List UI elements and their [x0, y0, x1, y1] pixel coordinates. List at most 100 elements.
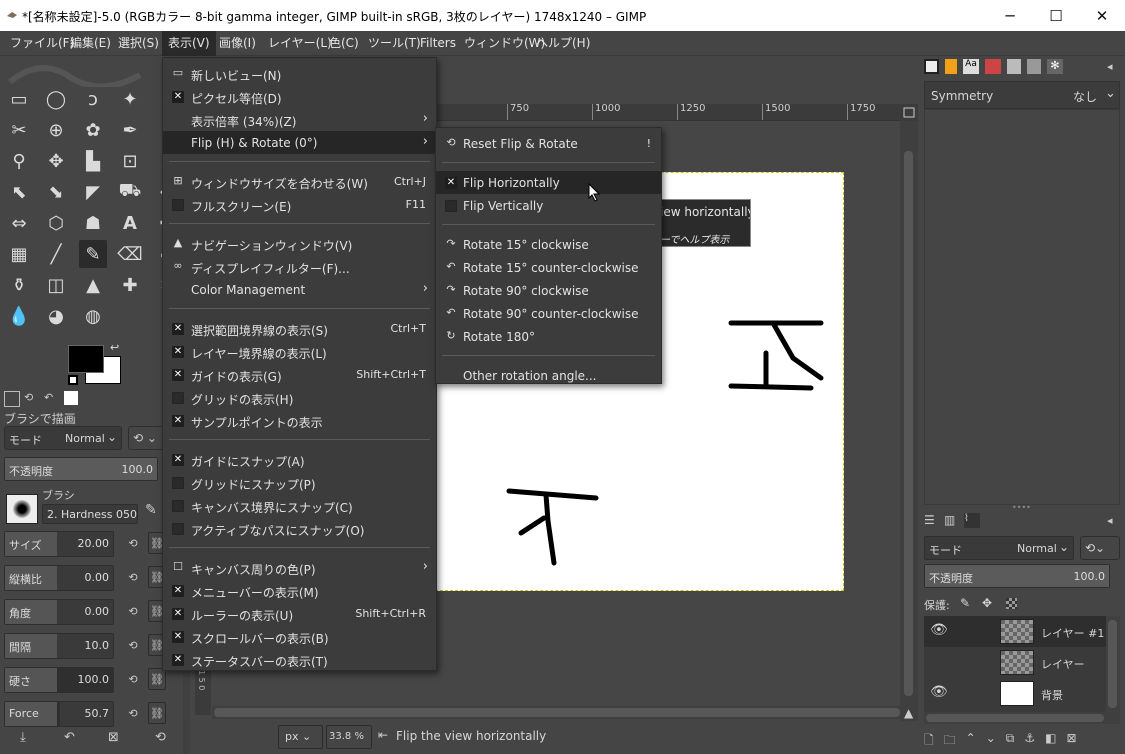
palette-tab-icon[interactable]: [985, 59, 1001, 74]
layer-mode-reset-button[interactable]: ⟲⌄: [1080, 536, 1120, 560]
zoom-fit-icon[interactable]: ▲: [904, 706, 913, 720]
crop-icon[interactable]: ⊡: [116, 147, 144, 175]
force-slider-reset-icon[interactable]: ⟲: [124, 702, 142, 724]
dock-resize-handle[interactable]: ••••: [1012, 503, 1032, 512]
eraser-icon[interactable]: ⌫: [116, 240, 144, 268]
vertical-ruler[interactable]: 1 5 0: [195, 665, 211, 715]
menu-item-flip_menu-0[interactable]: ⟲ Reset Flip & Rotate!: [436, 132, 661, 155]
dodge-icon[interactable]: ◍: [79, 302, 107, 330]
menu-item-view_menu-19[interactable]: グリッドにスナップ(P): [163, 471, 436, 494]
lock-alpha-icon[interactable]: [1006, 598, 1017, 609]
layer-opacity-slider[interactable]: 不透明度 100.0: [924, 564, 1110, 588]
mypaint-icon[interactable]: ◫: [42, 271, 70, 299]
close-button[interactable]: ✕: [1079, 0, 1125, 31]
horizontal-ruler[interactable]: 750 1000 1250 1500 1750: [435, 104, 900, 121]
menu-6[interactable]: 色(C): [323, 31, 365, 56]
checkbox-unchecked-icon[interactable]: [172, 477, 184, 489]
force-slider-link-icon[interactable]: ⛓: [148, 702, 166, 724]
menu-item-flip_menu-5[interactable]: ↷ Rotate 15° clockwise: [436, 233, 661, 256]
menu-item-view_menu-12[interactable]: ✕ 選択範囲境界線の表示(S) Ctrl+T: [163, 317, 436, 340]
spacing-slider-reset-icon[interactable]: ⟲: [124, 634, 142, 656]
brush-preview[interactable]: [6, 494, 38, 524]
checkbox-unchecked-icon[interactable]: [172, 199, 184, 211]
align-icon[interactable]: ▙: [79, 147, 107, 175]
brush-name-field[interactable]: 2. Hardness 050: [42, 504, 138, 524]
ellipse-select-icon[interactable]: ◯: [42, 85, 70, 113]
menu-item-flip_menu-8[interactable]: ↶ Rotate 90° counter-clockwise: [436, 302, 661, 325]
menu-item-flip_menu-6[interactable]: ↶ Rotate 15° counter-clockwise: [436, 256, 661, 279]
menu-item-view_menu-20[interactable]: キャンバス境界にスナップ(C): [163, 494, 436, 517]
checkbox-checked-icon[interactable]: ✕: [172, 608, 184, 620]
gradient-icon[interactable]: ▦: [5, 240, 33, 268]
checkbox-checked-icon[interactable]: ✕: [172, 323, 184, 335]
lock-position-icon[interactable]: ✥: [982, 596, 992, 610]
menu-item-view_menu-16[interactable]: ✕ サンプルポイントの表示: [163, 409, 436, 432]
angle-slider-reset-icon[interactable]: ⟲: [124, 600, 142, 622]
menu-3[interactable]: 表示(V): [162, 31, 216, 56]
menu-item-view_menu-5[interactable]: ⊞ ウィンドウサイズを合わせる(W) Ctrl+J: [163, 170, 436, 193]
images-tab-icon[interactable]: [64, 391, 78, 405]
duplicate-layer-icon[interactable]: ⧉: [1006, 731, 1015, 753]
menu-item-view_menu-13[interactable]: ✕ レイヤー境界線の表示(L): [163, 340, 436, 363]
layer-row[interactable]: 👁 背景: [924, 678, 1108, 709]
checkbox-unchecked-icon[interactable]: [445, 200, 457, 212]
menu-item-view_menu-15[interactable]: グリッドの表示(H): [163, 386, 436, 409]
menu-item-flip_menu-11[interactable]: Other rotation angle...: [436, 364, 661, 387]
fuzzy-select-icon[interactable]: ✦: [116, 85, 144, 113]
blur-icon[interactable]: 💧: [5, 302, 33, 330]
cage-icon[interactable]: ⬡: [42, 209, 70, 237]
layer-row[interactable]: 👁 レイヤー #1: [924, 616, 1108, 647]
clone-icon[interactable]: ▲: [79, 271, 107, 299]
layers-dock-menu-icon[interactable]: ◂: [1107, 514, 1113, 527]
tool-options-tab-icon[interactable]: [4, 391, 20, 407]
restore-options-icon[interactable]: ↶: [64, 730, 75, 745]
force-slider[interactable]: Force 50.7: [4, 701, 114, 727]
menu-10[interactable]: ヘルプ(H): [530, 31, 596, 56]
spacing-slider[interactable]: 間隔 10.0: [4, 633, 114, 659]
menu-item-view_menu-25[interactable]: ✕ ルーラーの表示(U) Shift+Ctrl+R: [163, 602, 436, 625]
delete-options-icon[interactable]: ⊠: [108, 730, 119, 745]
aspect-slider-reset-icon[interactable]: ⟲: [124, 566, 142, 588]
menu-item-view_menu-26[interactable]: ✕ スクロールバーの表示(B): [163, 625, 436, 648]
bucket-icon[interactable]: ☗: [79, 209, 107, 237]
menu-item-view_menu-14[interactable]: ✕ ガイドの表示(G) Shift+Ctrl+T: [163, 363, 436, 386]
opacity-slider[interactable]: 不透明度 100.0: [4, 457, 158, 481]
menu-item-view_menu-10[interactable]: Color Management ›: [163, 278, 436, 301]
color-picker-icon[interactable]: ✒: [116, 116, 144, 144]
checkbox-checked-icon[interactable]: ✕: [172, 654, 184, 666]
default-colors-icon[interactable]: [68, 375, 78, 385]
hardness-slider-reset-icon[interactable]: ⟲: [124, 668, 142, 690]
layer-h-scrollbar[interactable]: [924, 712, 1120, 724]
minimize-button[interactable]: ─: [987, 0, 1033, 31]
menu-item-view_menu-24[interactable]: ✕ メニューバーの表示(M): [163, 579, 436, 602]
checkbox-checked-icon[interactable]: ✕: [172, 346, 184, 358]
menu-item-flip_menu-9[interactable]: ↻ Rotate 180°: [436, 325, 661, 348]
font-tab-icon[interactable]: Aa: [963, 59, 979, 74]
edit-brush-icon[interactable]: ✎: [145, 502, 157, 518]
dock-menu-icon[interactable]: ◂: [1107, 60, 1113, 73]
checkbox-unchecked-icon[interactable]: [172, 392, 184, 404]
raise-layer-icon[interactable]: ⌃: [966, 731, 976, 753]
shear-icon[interactable]: ◤: [79, 178, 107, 206]
menu-item-flip_menu-7[interactable]: ↷ Rotate 90° clockwise: [436, 279, 661, 302]
lock-pixels-icon[interactable]: ✎: [960, 596, 970, 610]
layers-tab-icon[interactable]: ☰: [924, 513, 940, 528]
menu-item-view_menu-0[interactable]: ▭ 新しいビュー(N): [163, 62, 436, 85]
channels-tab-icon[interactable]: ▥: [944, 513, 960, 528]
zoom-icon[interactable]: ⚲: [5, 147, 33, 175]
layer-list-scrollbar[interactable]: [1106, 616, 1120, 712]
menu-1[interactable]: 編集(E): [64, 31, 117, 56]
menu-item-flip_menu-3[interactable]: Flip Vertically: [436, 194, 661, 217]
pattern-tab-icon[interactable]: [924, 59, 939, 74]
swap-colors-icon[interactable]: ↩: [110, 341, 119, 354]
eye-visibility-icon[interactable]: 👁: [930, 684, 948, 700]
lasso-icon[interactable]: ↄ: [79, 85, 107, 113]
smudge-icon[interactable]: ◕: [42, 302, 70, 330]
new-group-icon[interactable]: 🗀: [944, 731, 956, 753]
angle-slider[interactable]: 角度 0.00: [4, 599, 114, 625]
symmetry-row[interactable]: Symmetry なし ⌄: [924, 81, 1120, 109]
menu-item-view_menu-23[interactable]: ☐ キャンバス周りの色(P) ›: [163, 556, 436, 579]
symmetry-tab-icon[interactable]: ✻: [1047, 59, 1063, 74]
menu-item-view_menu-8[interactable]: ▲ ナビゲーションウィンドウ(V): [163, 232, 436, 255]
undo-history-tab-icon[interactable]: ↶: [44, 391, 60, 407]
